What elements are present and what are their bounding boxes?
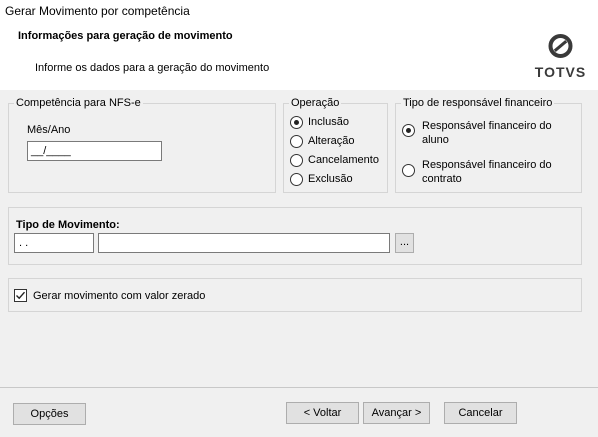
movimento-code-input[interactable]: . .	[14, 233, 94, 253]
radio-alteracao[interactable]: Alteração	[290, 134, 354, 148]
totvs-logo: TOTVS	[533, 33, 593, 83]
radio-exclusao-button[interactable]	[290, 173, 303, 186]
radio-resp-aluno[interactable]: Responsável financeiro do aluno	[402, 119, 577, 147]
zerado-checkbox[interactable]	[14, 289, 27, 302]
radio-resp-contrato[interactable]: Responsável financeiro do contrato	[402, 158, 577, 186]
title-bar: Gerar Movimento por competência	[0, 0, 598, 22]
window-title: Gerar Movimento por competência	[5, 4, 190, 18]
totvs-logo-icon	[548, 34, 573, 58]
checkmark-icon	[16, 291, 26, 300]
options-button[interactable]: Opções	[13, 403, 86, 425]
zerado-checkbox-label: Gerar movimento com valor zerado	[33, 289, 206, 302]
back-button[interactable]: < Voltar	[286, 402, 359, 424]
radio-alteracao-button[interactable]	[290, 135, 303, 148]
cancel-button[interactable]: Cancelar	[444, 402, 517, 424]
responsavel-legend: Tipo de responsável financeiro	[401, 97, 555, 109]
movimento-description-input[interactable]	[98, 233, 390, 253]
movimento-label: Tipo de Movimento:	[16, 219, 120, 231]
radio-inclusao-label: Inclusão	[308, 116, 349, 128]
header-subtitle: Informe os dados para a geração do movim…	[35, 62, 270, 74]
mes-ano-value: __/____	[31, 145, 71, 157]
radio-resp-contrato-button[interactable]	[402, 164, 415, 177]
movimento-browse-button[interactable]: ...	[395, 233, 414, 253]
radio-cancelamento-button[interactable]	[290, 154, 303, 167]
footer-separator	[0, 387, 598, 388]
wizard-header: Informações para geração de movimento In…	[0, 22, 598, 90]
radio-resp-aluno-button[interactable]	[402, 124, 415, 137]
mes-ano-input[interactable]: __/____	[27, 141, 162, 161]
radio-exclusao-label: Exclusão	[308, 173, 353, 185]
radio-cancelamento-label: Cancelamento	[308, 154, 379, 166]
logo-text: TOTVS	[534, 64, 587, 80]
radio-cancelamento[interactable]: Cancelamento	[290, 153, 379, 167]
competencia-legend: Competência para NFS-e	[14, 97, 143, 109]
mes-ano-label: Mês/Ano	[27, 124, 71, 136]
operacao-legend: Operação	[289, 97, 342, 109]
radio-inclusao-button[interactable]	[290, 116, 303, 129]
radio-resp-aluno-label: Responsável financeiro do aluno	[422, 120, 552, 146]
movimento-code-value: . .	[19, 237, 29, 249]
radio-alteracao-label: Alteração	[308, 135, 355, 147]
radio-resp-contrato-label: Responsável financeiro do contrato	[422, 159, 552, 185]
header-title: Informações para geração de movimento	[18, 30, 233, 42]
next-button[interactable]: Avançar >	[363, 402, 430, 424]
radio-inclusao[interactable]: Inclusão	[290, 115, 349, 129]
zerado-checkbox-row[interactable]: Gerar movimento com valor zerado	[14, 289, 205, 302]
radio-exclusao[interactable]: Exclusão	[290, 172, 353, 186]
